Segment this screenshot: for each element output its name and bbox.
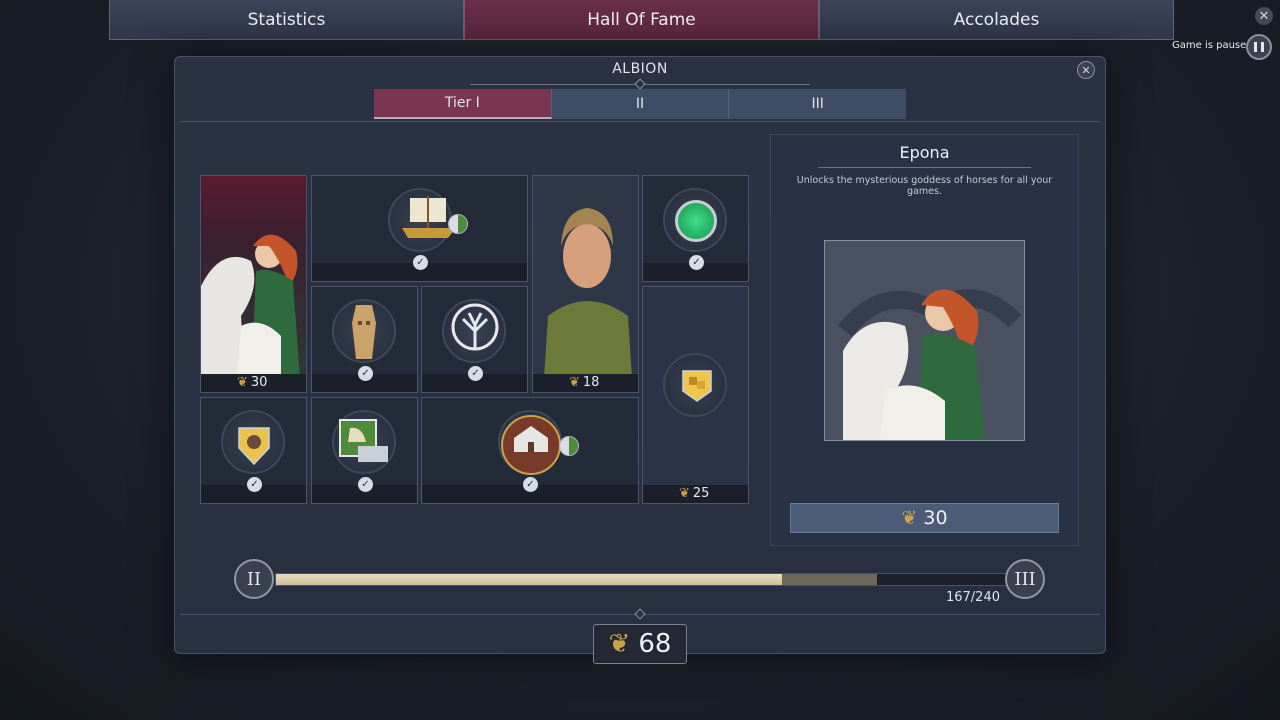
- portrait-image: [533, 176, 638, 392]
- pause-icon: [1254, 42, 1264, 52]
- detail-image: [824, 240, 1025, 441]
- reward-card-epona[interactable]: ❦ 30: [200, 175, 307, 393]
- detail-title: Epona: [899, 143, 950, 162]
- reward-cost: ❦ 18: [569, 375, 600, 390]
- reward-cost: ❦ 30: [237, 375, 268, 390]
- check-icon: ✓: [358, 477, 373, 492]
- laurel-icon: ❦: [608, 629, 631, 659]
- total-points: ❦ 68: [593, 624, 687, 664]
- reward-card-ship[interactable]: ✓: [311, 175, 528, 282]
- bell-icon: [339, 419, 388, 462]
- panel-close-button[interactable]: ✕: [1077, 61, 1095, 79]
- tier-tabs: Tier I II III: [374, 89, 907, 119]
- reward-cost: ❦ 25: [679, 486, 710, 501]
- reward-card-bell[interactable]: ✓: [311, 397, 418, 504]
- status-pie-icon: [448, 214, 468, 234]
- detail-description: Unlocks the mysterious goddess of horses…: [796, 175, 1053, 197]
- tree-of-life-icon: [451, 303, 499, 351]
- check-icon: ✓: [523, 477, 538, 492]
- check-icon: ✓: [468, 366, 483, 381]
- green-orb-icon: [675, 200, 717, 242]
- reward-card-portrait[interactable]: ❦ 18: [532, 175, 639, 393]
- pause-button[interactable]: [1246, 34, 1272, 60]
- progress-count: 167/240: [945, 590, 1000, 605]
- epona-portrait: [825, 241, 1024, 440]
- tab-accolades[interactable]: Accolades: [819, 0, 1174, 40]
- tab-tier-2[interactable]: II: [551, 89, 730, 119]
- idol-icon: [352, 305, 376, 359]
- reward-card-tree[interactable]: ✓: [421, 286, 528, 393]
- tab-hall-of-fame[interactable]: Hall Of Fame: [464, 0, 819, 40]
- reward-card-temple[interactable]: ✓: [421, 397, 639, 504]
- laurel-icon: ❦: [569, 375, 580, 390]
- progress-start-node: II: [234, 559, 274, 599]
- tier-progress-bar: [275, 573, 1010, 586]
- panel-title: ALBION: [612, 61, 668, 77]
- unlock-cost-button[interactable]: ❦ 30: [790, 503, 1059, 533]
- reward-card-shield[interactable]: ✓: [200, 397, 307, 504]
- check-icon: ✓: [689, 255, 704, 270]
- divider: [180, 121, 1100, 122]
- tab-statistics[interactable]: Statistics: [109, 0, 464, 40]
- reward-card-crates[interactable]: ❦ 25: [642, 286, 749, 504]
- check-icon: ✓: [358, 366, 373, 381]
- progress-fill: [276, 574, 782, 585]
- status-pie-icon: [559, 436, 579, 456]
- top-nav: Statistics Hall Of Fame Accolades: [109, 0, 1174, 40]
- laurel-icon: ❦: [901, 507, 918, 529]
- temple-icon: [501, 415, 561, 475]
- crates-icon: [682, 370, 712, 402]
- progress-end-node: III: [1005, 559, 1045, 599]
- total-points-value: 68: [638, 629, 672, 659]
- laurel-icon: ❦: [679, 486, 690, 501]
- close-icon[interactable]: ✕: [1255, 7, 1273, 25]
- laurel-icon: ❦: [237, 375, 248, 390]
- tab-tier-1[interactable]: Tier I: [374, 89, 552, 119]
- unlock-cost-value: 30: [923, 507, 948, 529]
- reward-card-green-orb[interactable]: ✓: [642, 175, 749, 282]
- check-icon: ✓: [413, 255, 428, 270]
- check-icon: ✓: [247, 477, 262, 492]
- game-paused-label: Game is paused.: [1172, 40, 1256, 51]
- divider: [818, 167, 1031, 168]
- epona-portrait: [201, 234, 301, 392]
- reward-card-idol[interactable]: ✓: [311, 286, 418, 393]
- shield-portrait-icon: [238, 427, 270, 466]
- tab-tier-3[interactable]: III: [729, 89, 907, 119]
